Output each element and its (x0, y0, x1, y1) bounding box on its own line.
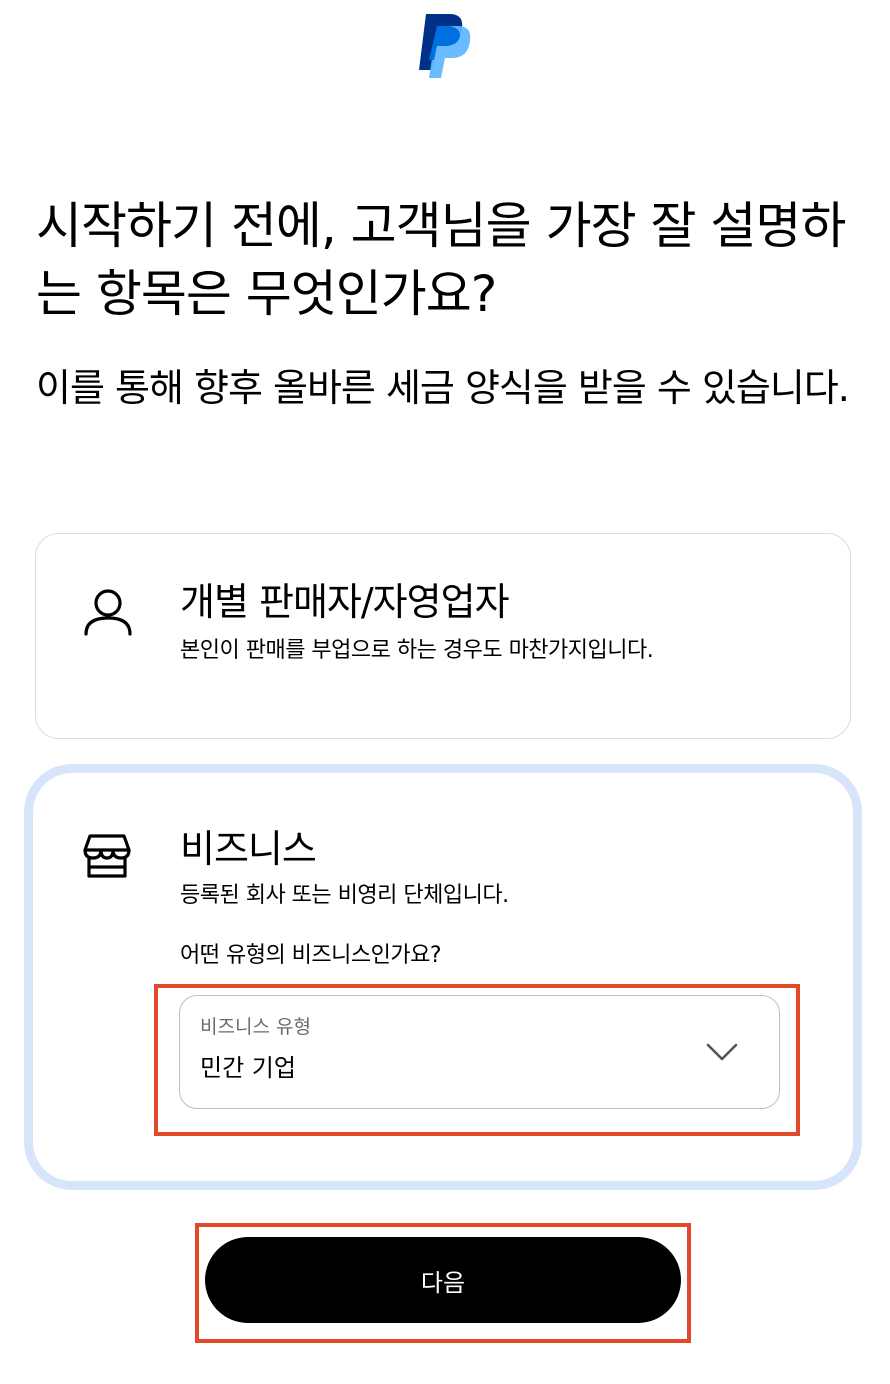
page-title: 시작하기 전에, 고객님을 가장 잘 설명하는 항목은 무엇인가요? (36, 197, 846, 323)
person-icon (84, 589, 132, 636)
next-button[interactable]: 다음 (205, 1237, 681, 1323)
business-type-question: 어떤 유형의 비즈니스인가요? (180, 943, 442, 968)
storefront-icon (83, 834, 131, 878)
business-type-highlight: 비즈니스 유형 민간 기업 (154, 984, 800, 1136)
business-type-select[interactable]: 비즈니스 유형 민간 기업 (179, 995, 780, 1109)
next-button-highlight: 다음 (195, 1223, 691, 1343)
option-title-individual: 개별 판매자/자영업자 (180, 580, 510, 624)
page-subtitle: 이를 통해 향후 올바른 세금 양식을 받을 수 있습니다. (36, 366, 850, 410)
business-type-select-value: 민간 기업 (200, 1054, 296, 1082)
chevron-down-icon (706, 1043, 738, 1061)
option-description-individual: 본인이 판매를 부업으로 하는 경우도 마찬가지입니다. (180, 638, 654, 663)
paypal-logo-icon (419, 14, 471, 78)
business-type-select-label: 비즈니스 유형 (200, 1016, 311, 1038)
option-description-business: 등록된 회사 또는 비영리 단체입니다. (180, 883, 509, 908)
option-title-business: 비즈니스 (180, 827, 317, 871)
option-card-individual[interactable]: 개별 판매자/자영업자 본인이 판매를 부업으로 하는 경우도 마찬가지입니다. (35, 533, 851, 739)
